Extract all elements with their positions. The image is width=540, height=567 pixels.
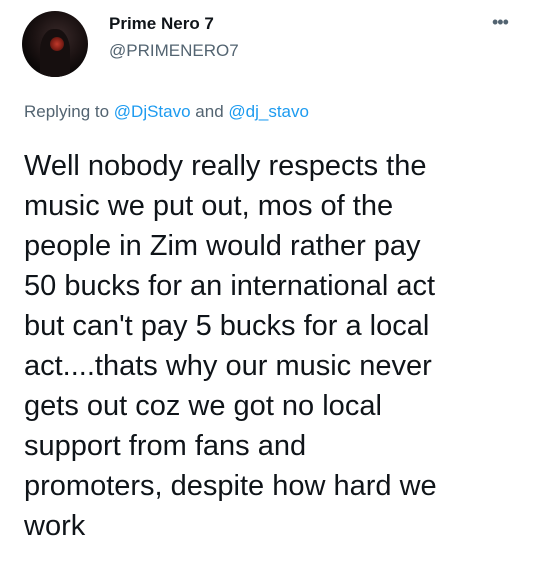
mention-djstavo[interactable]: @DjStavo [114,102,191,121]
tweet-text-line: act....thats why our music never [24,350,432,382]
tweet-text-line: support from fans and [24,430,307,462]
replying-to-line: Replying to @DjStavo and @dj_stavo [24,102,309,122]
tweet-text: Well nobody really respects the music we… [24,146,524,546]
tweet-text-line: Well nobody really respects the [24,150,427,182]
author-handle[interactable]: @PRIMENERO7 [109,41,239,61]
tweet-text-line: but can't pay 5 bucks for a local [24,310,430,342]
tweet-text-line: promoters, despite how hard we [24,470,437,502]
tweet-text-line: work [24,510,86,542]
avatar-glow [50,37,64,51]
tweet-text-line: music we put out, mos of the [24,190,394,222]
replying-to-joiner: and [190,102,229,121]
avatar[interactable] [22,11,88,77]
more-options-icon[interactable]: ••• [492,13,509,31]
tweet-text-line: people in Zim would rather pay [24,230,421,262]
replying-to-prefix: Replying to [24,102,114,121]
tweet-card: Prime Nero 7 @PRIMENERO7 ••• Replying to… [0,0,540,567]
tweet-text-line: gets out coz we got no local [24,390,382,422]
mention-dj-stavo[interactable]: @dj_stavo [228,102,309,121]
author-display-name[interactable]: Prime Nero 7 [109,14,214,34]
tweet-text-line: 50 bucks for an international act [24,270,436,302]
